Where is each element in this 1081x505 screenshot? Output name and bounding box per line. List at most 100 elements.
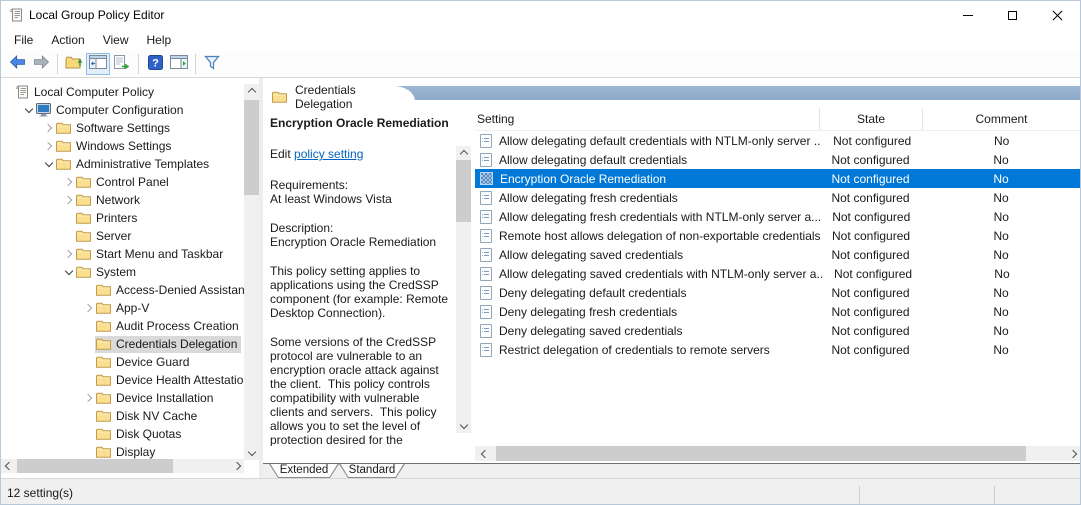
scroll-up-arrow[interactable]: [456, 146, 471, 160]
tree-item-software-settings[interactable]: Software Settings: [1, 119, 244, 137]
tree-item-device-installation[interactable]: Device Installation: [1, 389, 244, 407]
chevron-icon[interactable]: [83, 389, 95, 407]
description-label: Description:: [270, 221, 334, 235]
scrollbar-thumb[interactable]: [496, 446, 1026, 461]
menu-view[interactable]: View: [94, 31, 138, 49]
scrollbar-thumb[interactable]: [17, 459, 173, 473]
chevron-icon[interactable]: [83, 299, 95, 317]
edit-line: Edit policy setting: [270, 147, 454, 161]
scroll-right-arrow[interactable]: [231, 459, 244, 473]
tree-item-device-health-attestation[interactable]: Device Health Attestation: [1, 371, 244, 389]
table-row[interactable]: Allow delegating saved credentials Not c…: [475, 245, 1080, 264]
chevron-icon[interactable]: [23, 101, 35, 119]
table-row[interactable]: Allow delegating fresh credentials Not c…: [475, 188, 1080, 207]
requirements-value: At least Windows Vista: [270, 192, 392, 206]
chevron-icon[interactable]: [43, 119, 55, 137]
chevron-icon: [83, 425, 95, 443]
scroll-left-arrow[interactable]: [477, 446, 490, 461]
scroll-down-arrow[interactable]: [244, 446, 259, 460]
policy-document-icon: [480, 342, 492, 357]
tree-item-computer-configuration[interactable]: Computer Configuration: [1, 101, 244, 119]
header-tab: Credentials Delegation: [263, 83, 415, 111]
table-row[interactable]: Encryption Oracle Remediation Not config…: [475, 169, 1080, 188]
help-button[interactable]: ?: [143, 53, 167, 75]
tab-extended[interactable]: Extended: [269, 464, 339, 478]
chevron-icon[interactable]: [63, 173, 75, 191]
status-text: 12 setting(s): [7, 486, 74, 500]
minimize-icon: [962, 14, 973, 16]
table-row[interactable]: Allow delegating fresh credentials with …: [475, 207, 1080, 226]
pane-title: Credentials Delegation: [295, 83, 356, 111]
scroll-down-arrow[interactable]: [456, 419, 471, 433]
up-level-button[interactable]: [62, 53, 86, 75]
tree-item-disk-quotas[interactable]: Disk Quotas: [1, 425, 244, 443]
tree-item-app-v[interactable]: App-V: [1, 299, 244, 317]
menu-file[interactable]: File: [5, 31, 42, 49]
tree-item-start-menu-and-taskbar[interactable]: Start Menu and Taskbar: [1, 245, 244, 263]
description-vertical-scrollbar[interactable]: [456, 146, 471, 433]
description-title: Encryption Oracle Remediation: [270, 235, 437, 249]
console-tree-button[interactable]: [86, 52, 110, 75]
menu-action[interactable]: Action: [42, 31, 93, 49]
scroll-left-arrow[interactable]: [1, 459, 14, 473]
chevron-icon: [83, 353, 95, 371]
scrollbar-thumb[interactable]: [456, 160, 471, 222]
chevron-icon[interactable]: [63, 245, 75, 263]
tree-item-printers[interactable]: Printers: [1, 209, 244, 227]
tree-item-access-denied-assistance[interactable]: Access-Denied Assistance: [1, 281, 244, 299]
folder-icon: [56, 158, 71, 170]
close-button[interactable]: [1035, 1, 1080, 29]
tree-item-device-guard[interactable]: Device Guard: [1, 353, 244, 371]
tree-item-audit-process-creation[interactable]: Audit Process Creation: [1, 317, 244, 335]
action-pane-button[interactable]: [167, 53, 191, 75]
status-bar: 12 setting(s): [1, 478, 1080, 504]
table-row[interactable]: Remote host allows delegation of non-exp…: [475, 226, 1080, 245]
table-row[interactable]: Restrict delegation of credentials to re…: [475, 340, 1080, 359]
tree-item-server[interactable]: Server: [1, 227, 244, 245]
minimize-button[interactable]: [945, 1, 990, 29]
export-list-button[interactable]: [110, 53, 134, 75]
tree-item-local-computer-policy[interactable]: Local Computer Policy: [1, 83, 244, 101]
back-button[interactable]: [5, 53, 29, 75]
column-header-comment[interactable]: Comment: [922, 108, 1080, 130]
table-row[interactable]: Allow delegating default credentials wit…: [475, 131, 1080, 150]
edit-prefix: Edit: [270, 147, 295, 161]
scroll-right-arrow[interactable]: [1067, 446, 1080, 461]
policy-setting-link[interactable]: policy setting: [294, 147, 363, 161]
description-paragraph: Some versions of the CredSSP protocol ar…: [270, 335, 443, 446]
tree-item-windows-settings[interactable]: Windows Settings: [1, 137, 244, 155]
table-row[interactable]: Deny delegating fresh credentials Not co…: [475, 302, 1080, 321]
tree-vertical-scrollbar[interactable]: [244, 84, 259, 460]
toolbar-separator: [138, 53, 139, 74]
chevron-icon[interactable]: [63, 191, 75, 209]
table-row[interactable]: Allow delegating saved credentials with …: [475, 264, 1080, 283]
scrollbar-thumb[interactable]: [244, 100, 259, 195]
table-row[interactable]: Deny delegating saved credentials Not co…: [475, 321, 1080, 340]
menu-help[interactable]: Help: [138, 31, 181, 49]
scroll-up-arrow[interactable]: [244, 84, 259, 98]
chevron-icon[interactable]: [63, 263, 75, 281]
toolbar-separator: [57, 53, 58, 74]
tree-item-network[interactable]: Network: [1, 191, 244, 209]
tab-standard[interactable]: Standard: [339, 464, 405, 478]
tree-item-control-panel[interactable]: Control Panel: [1, 173, 244, 191]
table-row[interactable]: Deny delegating default credentials Not …: [475, 283, 1080, 302]
forward-button[interactable]: [29, 53, 53, 75]
tree-item-administrative-templates[interactable]: Administrative Templates: [1, 155, 244, 173]
column-header-setting[interactable]: Setting: [475, 108, 819, 130]
chevron-icon[interactable]: [43, 137, 55, 155]
folder-icon: [56, 122, 71, 134]
local-group-policy-editor-window: Local Group Policy Editor File Action Vi…: [0, 0, 1081, 505]
chevron-icon: [3, 83, 15, 101]
tree-item-disk-nv-cache[interactable]: Disk NV Cache: [1, 407, 244, 425]
list-horizontal-scrollbar[interactable]: [475, 446, 1080, 461]
chevron-icon[interactable]: [43, 155, 55, 173]
view-tabs: Extended Standard: [263, 464, 1080, 478]
tree-item-credentials-delegation[interactable]: Credentials Delegation: [1, 335, 244, 353]
table-row[interactable]: Allow delegating default credentials Not…: [475, 150, 1080, 169]
maximize-button[interactable]: [990, 1, 1035, 29]
filter-button[interactable]: [200, 53, 224, 75]
column-header-state[interactable]: State: [819, 108, 922, 130]
tree-horizontal-scrollbar[interactable]: [1, 459, 244, 473]
tree-item-system[interactable]: System: [1, 263, 244, 281]
